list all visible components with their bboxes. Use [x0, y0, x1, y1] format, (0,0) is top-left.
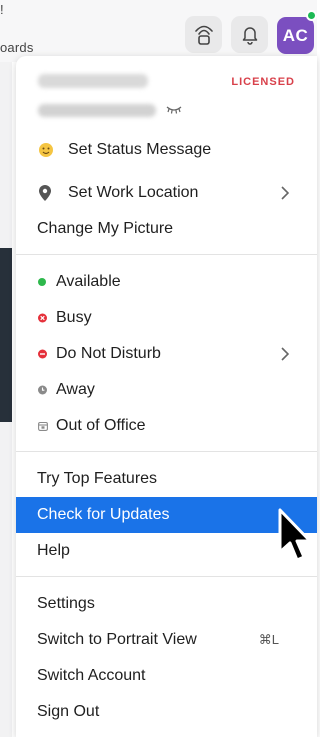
- menu-item-sign-out[interactable]: Sign Out: [16, 694, 317, 730]
- keyboard-shortcut: ⌘L: [258, 632, 279, 647]
- profile-menu: LICENSED Set Status Message Set Work Loc…: [16, 56, 317, 737]
- apps-icon: [194, 25, 213, 45]
- menu-item-switch-to-portrait-view[interactable]: Switch to Portrait View ⌘L: [16, 622, 317, 658]
- menu-divider: [16, 451, 317, 452]
- menu-item-settings[interactable]: Settings: [16, 586, 317, 622]
- menu-item-change-my-picture[interactable]: Change My Picture: [16, 211, 317, 247]
- menu-item-label: Do Not Disturb: [56, 345, 161, 362]
- away-clock-icon: [38, 385, 47, 395]
- notifications-button[interactable]: [231, 16, 268, 53]
- mouse-cursor-icon: [278, 508, 312, 562]
- menu-item-set-status-message[interactable]: Set Status Message: [16, 132, 317, 168]
- menu-item-label: Switch to Portrait View: [37, 631, 197, 648]
- menu-item-set-work-location[interactable]: Set Work Location: [16, 175, 317, 211]
- presence-indicator: [306, 10, 317, 21]
- menu-item-label: Try Top Features: [37, 470, 158, 487]
- license-badge: LICENSED: [231, 76, 295, 88]
- hidden-eye-icon[interactable]: [166, 104, 182, 116]
- avatar-initials: AC: [282, 25, 309, 45]
- avatar[interactable]: AC: [277, 17, 314, 54]
- menu-item-label: Busy: [56, 309, 92, 326]
- chevron-right-icon: [281, 186, 289, 200]
- available-dot-icon: [38, 278, 46, 286]
- background-text-fragment: oards: [0, 40, 34, 55]
- menu-item-label: Settings: [37, 595, 95, 612]
- profile-name-redacted: [38, 74, 148, 88]
- menu-item-label: Away: [56, 381, 95, 398]
- menu-divider: [16, 254, 317, 255]
- bell-icon: [242, 26, 257, 45]
- menu-item-try-top-features[interactable]: Try Top Features: [16, 461, 317, 497]
- location-pin-icon: [38, 184, 52, 202]
- background-sidebar-strip: [0, 248, 12, 422]
- background-text-fragment: !: [0, 2, 4, 17]
- menu-item-label: Change My Picture: [37, 220, 174, 237]
- menu-item-label: Set Work Location: [68, 184, 199, 201]
- menu-item-busy[interactable]: Busy: [16, 300, 317, 336]
- menu-item-label: Set Status Message: [68, 141, 212, 158]
- menu-item-check-for-updates[interactable]: Check for Updates: [16, 497, 317, 533]
- menu-divider: [16, 576, 317, 577]
- menu-item-do-not-disturb[interactable]: Do Not Disturb: [16, 336, 317, 372]
- calendar-icon: [38, 421, 48, 431]
- profile-email-redacted: [38, 104, 156, 117]
- dnd-icon: [38, 349, 47, 359]
- menu-item-label: Out of Office: [56, 417, 146, 434]
- menu-item-label: Check for Updates: [37, 506, 170, 523]
- menu-item-label: Available: [56, 273, 121, 290]
- menu-item-label: Sign Out: [37, 703, 100, 720]
- apps-button[interactable]: [185, 16, 222, 53]
- menu-item-available[interactable]: Available: [16, 264, 317, 300]
- menu-item-out-of-office[interactable]: Out of Office: [16, 408, 317, 444]
- smiley-icon: [38, 142, 54, 158]
- menu-item-switch-account[interactable]: Switch Account: [16, 658, 317, 694]
- chevron-right-icon: [281, 347, 289, 361]
- menu-item-label: Help: [37, 542, 70, 559]
- menu-item-away[interactable]: Away: [16, 372, 317, 408]
- menu-item-help[interactable]: Help: [16, 533, 317, 569]
- menu-item-label: Switch Account: [37, 667, 146, 684]
- background-toolbar: [0, 0, 317, 62]
- busy-icon: [38, 313, 47, 323]
